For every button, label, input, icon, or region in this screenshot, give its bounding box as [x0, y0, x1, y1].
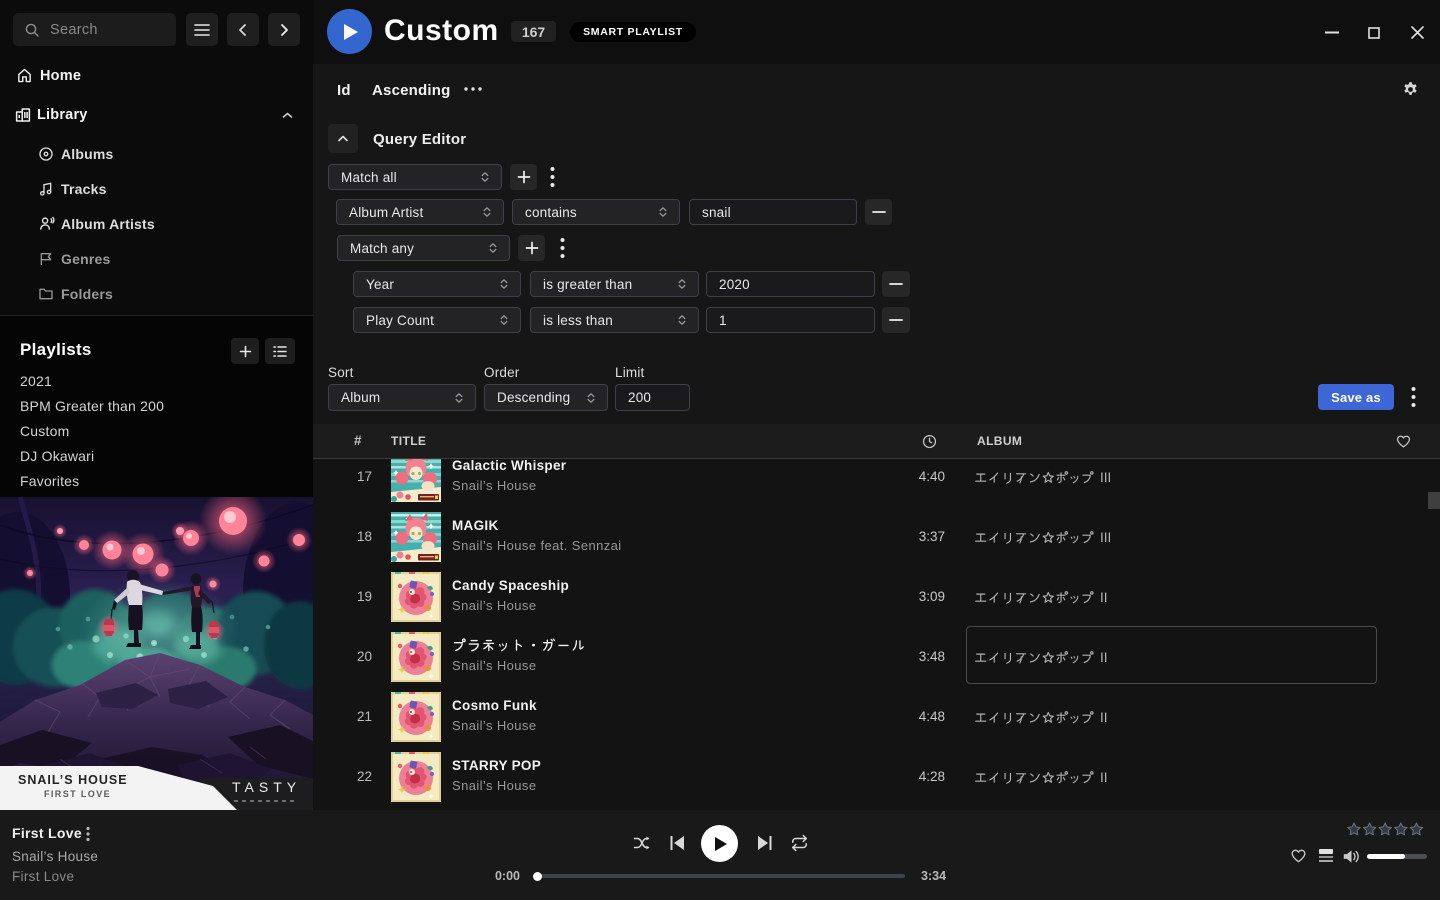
svg-text:FIRST LOVE: FIRST LOVE — [44, 789, 111, 799]
svg-text:SNAIL’S HOUSE: SNAIL’S HOUSE — [18, 773, 128, 787]
svg-text:TASTY: TASTY — [232, 779, 301, 795]
